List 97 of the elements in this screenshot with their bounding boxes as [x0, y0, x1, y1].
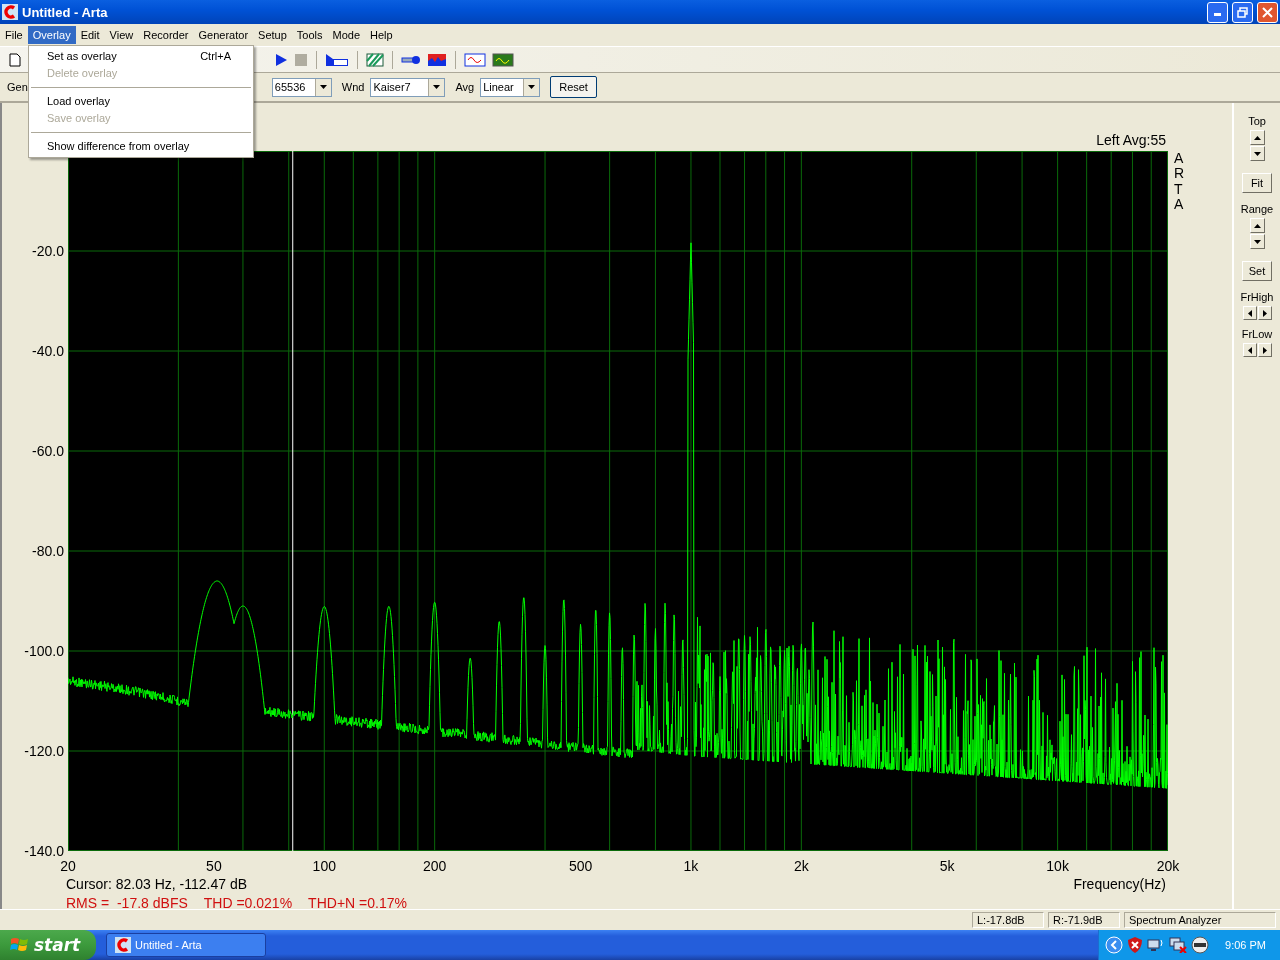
x-tick-label: 20k [1156, 858, 1180, 874]
panel-label: FrHigh [1240, 291, 1274, 303]
menu-item[interactable]: Generator [193, 26, 254, 44]
left-arrow-button[interactable] [1242, 343, 1257, 357]
measurement-text: THD+N =0.17% [308, 895, 407, 911]
x-tick-label: 50 [206, 858, 222, 874]
status-field: Spectrum Analyzer [1124, 912, 1276, 928]
measurement-text: RMS = -17.8 dBFS [66, 895, 188, 911]
x-tick-label: 10k [1046, 858, 1069, 874]
menu-item[interactable]: Setup [253, 26, 292, 44]
clock: 9:06 PM [1225, 939, 1266, 951]
channel-info: Left Avg:55 [1096, 132, 1166, 148]
oscilloscope-icon[interactable] [492, 52, 514, 67]
right-arrow-icon [1262, 346, 1267, 354]
restore-button[interactable] [1232, 1, 1253, 23]
x-tick-label: 20 [60, 858, 76, 874]
network-error-icon[interactable] [1169, 937, 1188, 953]
menu-item[interactable]: Mode [327, 26, 365, 44]
y-tick-label: -60.0 [32, 443, 64, 459]
x-tick-label: 5k [939, 858, 955, 874]
y-tick-label: -80.0 [32, 543, 64, 559]
window-title: Untitled - Arta [22, 4, 109, 20]
shield-icon[interactable] [1127, 936, 1144, 954]
sine-wave-icon[interactable] [464, 52, 486, 67]
caret-icon [433, 85, 441, 89]
app-icon [2, 4, 18, 20]
right-arrow-button[interactable] [1257, 306, 1272, 320]
left-arrow-icon [1247, 346, 1252, 354]
x-tick-label: 500 [568, 858, 593, 874]
y-tick-label: -100.0 [24, 643, 64, 659]
dropdown-field[interactable]: Kaiser7 [370, 77, 446, 97]
up-arrow-icon [1253, 223, 1261, 228]
cursor-readout: Cursor: 82.03 Hz, -112.47 dB [66, 876, 248, 892]
panel-label: Range [1240, 203, 1274, 215]
minimize-button[interactable] [1207, 1, 1228, 23]
down-arrow-button[interactable] [1249, 234, 1265, 249]
down-arrow-icon [1253, 239, 1261, 244]
gen-label: Gen [7, 81, 28, 93]
taskbar-button[interactable]: Untitled - Arta [106, 933, 266, 957]
labeled-chart-icon[interactable] [325, 52, 349, 67]
striped-square-icon[interactable] [366, 52, 384, 67]
close-button[interactable] [1257, 1, 1278, 23]
x-tick-label: 2k [793, 858, 809, 874]
menu-item[interactable]: Edit [75, 26, 105, 44]
y-tick-label: -140.0 [24, 843, 64, 859]
spectrum-icon[interactable] [427, 52, 447, 67]
panel-label: FrLow [1241, 328, 1273, 340]
up-arrow-icon [1253, 135, 1261, 140]
app-icon [115, 937, 131, 953]
menu-item[interactable]: Tools [291, 26, 328, 44]
start-button[interactable]: start [0, 930, 96, 960]
x-axis-title: Frequency(Hz) [1073, 876, 1166, 892]
panel-button[interactable]: Fit [1242, 173, 1272, 193]
status-field: R:-71.9dB [1048, 912, 1120, 928]
x-tick-label: 100 [312, 858, 336, 874]
menu-item[interactable]: Recorder [138, 26, 194, 44]
up-arrow-button[interactable] [1249, 218, 1265, 233]
left-arrow-button[interactable] [1242, 306, 1257, 320]
caret-icon [319, 85, 327, 89]
vertical-logo-text: ARTA [1173, 151, 1186, 213]
x-tick-label: 1k [683, 858, 699, 874]
windows-flag-icon [10, 936, 30, 954]
new-file-icon[interactable] [8, 52, 22, 67]
network-icon[interactable] [1147, 937, 1166, 953]
right-arrow-button[interactable] [1257, 343, 1272, 357]
menu-option[interactable]: Set as overlay Ctrl+A [29, 48, 253, 65]
dropdown-field[interactable]: 65536 [271, 77, 332, 97]
menu-item[interactable]: View [104, 26, 139, 44]
menu-item[interactable]: Help [365, 26, 398, 44]
dropdown-field[interactable]: Linear [480, 77, 541, 97]
right-arrow-icon [1262, 309, 1267, 317]
x-tick-label: 200 [423, 858, 447, 874]
up-arrow-button[interactable] [1249, 130, 1265, 145]
panel-label: Top [1248, 115, 1266, 127]
reset-button[interactable]: Reset [550, 76, 597, 98]
wnd-label: Wnd [341, 81, 365, 93]
caret-icon [528, 85, 536, 89]
down-arrow-icon [1253, 151, 1261, 156]
chevron-icon[interactable] [1105, 936, 1124, 954]
down-arrow-button[interactable] [1249, 146, 1265, 161]
y-tick-label: -40.0 [32, 343, 64, 359]
round-badge-icon[interactable] [1191, 936, 1210, 954]
menu-item[interactable]: Overlay [27, 26, 76, 44]
left-arrow-icon [1247, 309, 1252, 317]
menu-option[interactable]: Load overlay [29, 93, 253, 110]
panel-button[interactable]: Set [1242, 261, 1272, 281]
y-tick-label: -20.0 [32, 243, 64, 259]
y-tick-label: -120.0 [24, 743, 64, 759]
play-icon[interactable] [274, 52, 288, 67]
menu-option[interactable]: Show difference from overlay [29, 138, 253, 155]
restore-icon [1237, 6, 1248, 18]
avg-label: Avg [455, 81, 475, 93]
menu-item[interactable]: File [0, 26, 28, 44]
spectrum-plot[interactable] [68, 151, 1168, 851]
status-field: L:-17.8dB [972, 912, 1044, 928]
close-icon [1262, 6, 1273, 18]
measurement-text: THD =0.021% [203, 895, 293, 911]
